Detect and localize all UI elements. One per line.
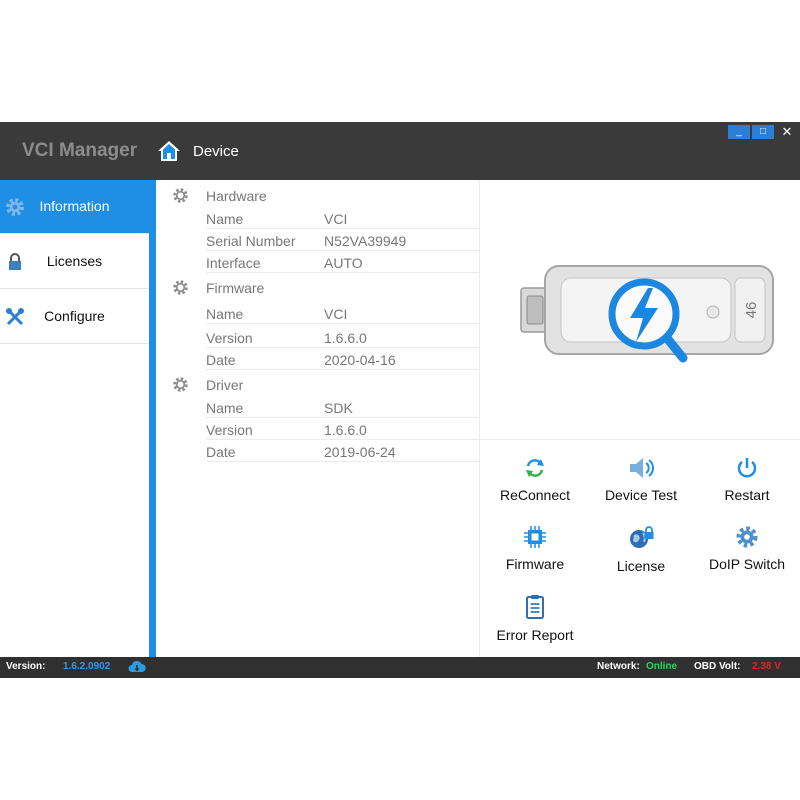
info-row: Date 2020-04-16 [206, 348, 479, 370]
info-row: Version 1.6.6.0 [206, 326, 479, 348]
info-value: SDK [324, 400, 353, 416]
restart-button[interactable]: Restart [694, 448, 800, 510]
sidebar-item-label: Licenses [46, 253, 103, 269]
status-bar: Version: 1.6.2.0902 Network: Online OBD … [0, 657, 800, 678]
version-label: Version: [6, 661, 46, 672]
sidebar-item-licenses[interactable]: Licenses [0, 235, 149, 289]
action-label: Error Report [496, 627, 574, 643]
action-label: Firmware [505, 556, 565, 572]
title-bar: VCI Manager Device _ □ ✕ [0, 122, 800, 180]
action-label: Restart [724, 487, 770, 503]
device-label-text: 46 [743, 302, 760, 319]
vci-manager-window: VCI Manager Device _ □ ✕ Information Lic… [0, 122, 800, 678]
action-grid: ReConnect Device Test Restart Firmware L… [480, 439, 800, 657]
device-panel: 46 ReConnect Device Test Restart Firmwar… [479, 180, 800, 657]
info-key: Serial Number [206, 233, 296, 249]
info-value: VCI [324, 306, 348, 322]
doip-switch-button[interactable]: DoIP Switch [694, 517, 800, 579]
info-key: Date [206, 444, 236, 460]
close-button[interactable]: ✕ [776, 125, 798, 139]
info-key: Interface [206, 255, 261, 271]
breadcrumb-device[interactable]: Device [193, 143, 239, 160]
info-row: Name SDK [206, 396, 479, 418]
info-row: Name VCI [206, 302, 479, 324]
info-value: 1.6.6.0 [324, 422, 367, 438]
info-row: Date 2019-06-24 [206, 440, 479, 462]
info-value: 1.6.6.0 [324, 330, 367, 346]
obd-volt-label: OBD Volt: [694, 661, 741, 672]
refresh-icon [526, 459, 544, 477]
info-value: 2020-04-16 [324, 352, 396, 368]
maximize-button[interactable]: □ [752, 125, 774, 139]
action-label: License [616, 558, 666, 574]
section-driver: Driver [156, 372, 479, 396]
info-row: Name VCI [206, 207, 479, 229]
section-title: Driver [206, 377, 244, 393]
window-controls: _ □ ✕ [728, 125, 798, 139]
info-value: VCI [324, 211, 348, 227]
obd-volt-value: 2.38 V [752, 661, 781, 672]
reconnect-button[interactable]: ReConnect [482, 448, 588, 510]
minimize-button[interactable]: _ [728, 125, 750, 139]
app-title: VCI Manager [22, 140, 138, 161]
chip-icon [524, 526, 546, 548]
info-key: Version [206, 330, 253, 346]
info-row: Interface AUTO [206, 251, 479, 273]
globe-lock-icon [630, 526, 654, 548]
action-label: DoIP Switch [709, 556, 785, 572]
action-label: ReConnect [499, 487, 571, 503]
device-test-button[interactable]: Device Test [588, 448, 694, 510]
version-value: 1.6.2.0902 [63, 661, 111, 672]
firmware-button[interactable]: Firmware [482, 517, 588, 579]
gear-icon [173, 377, 188, 392]
home-icon[interactable] [157, 139, 181, 163]
sidebar: Information Licenses Configure [0, 180, 156, 657]
gear-icon [173, 280, 188, 295]
info-key: Version [206, 422, 253, 438]
sidebar-item-information[interactable]: Information [0, 180, 149, 234]
network-label: Network: [597, 661, 640, 672]
vci-device-image: 46 [520, 265, 774, 363]
info-row: Version 1.6.6.0 [206, 418, 479, 440]
info-value: 2019-06-24 [324, 444, 396, 460]
license-button[interactable]: License [588, 517, 694, 579]
info-value: N52VA39949 [324, 233, 407, 249]
info-key: Name [206, 400, 244, 416]
error-report-button[interactable]: Error Report [482, 586, 588, 648]
power-icon [737, 458, 757, 478]
sidebar-item-label: Configure [44, 308, 105, 324]
sidebar-item-configure[interactable]: Configure [0, 290, 149, 344]
device-info-panel: Hardware Name VCI Serial Number N52VA399… [156, 180, 479, 657]
sidebar-item-label: Information [39, 198, 110, 214]
section-title: Firmware [206, 280, 265, 296]
network-status: Online [646, 661, 678, 672]
section-hardware: Hardware [156, 183, 479, 207]
info-row: Serial Number N52VA39949 [206, 229, 479, 251]
section-firmware: Firmware [156, 275, 479, 299]
section-title: Hardware [206, 188, 267, 204]
sidebar-accent-rail [149, 180, 156, 657]
info-value: AUTO [324, 255, 363, 271]
clipboard-icon [526, 595, 544, 619]
action-label: Device Test [604, 487, 678, 503]
info-key: Name [206, 211, 244, 227]
cloud-download-icon[interactable] [128, 660, 146, 674]
speaker-icon [630, 458, 654, 478]
gear-icon [736, 526, 758, 548]
gear-icon [173, 188, 188, 203]
info-key: Date [206, 352, 236, 368]
info-key: Name [206, 306, 244, 322]
